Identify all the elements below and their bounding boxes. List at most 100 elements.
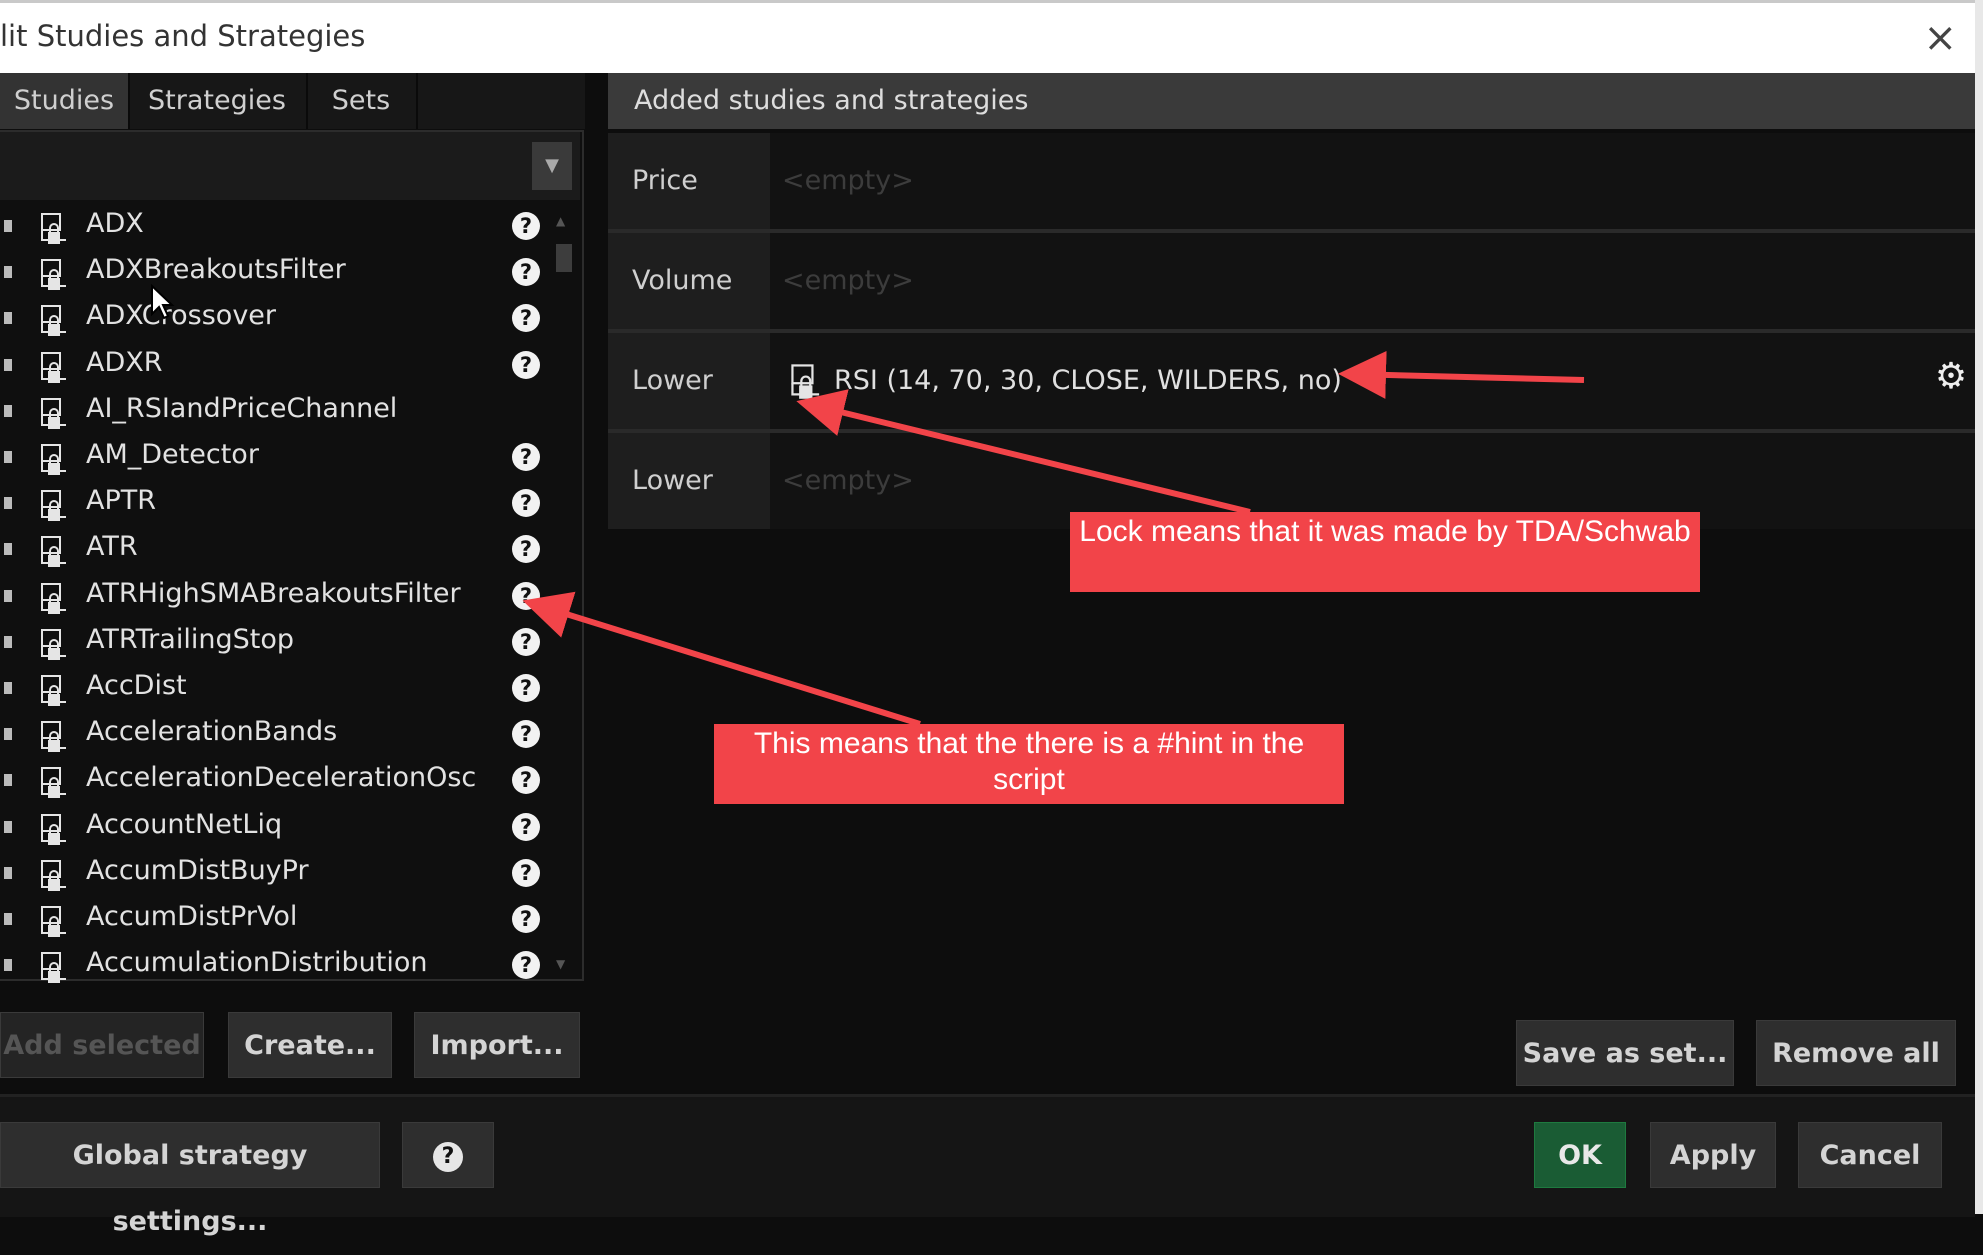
question-icon[interactable]: ?: [512, 674, 540, 702]
window-title: lit Studies and Strategies: [0, 19, 366, 53]
study-list-item[interactable]: AccelerationBands?: [0, 712, 560, 758]
tab-strategies[interactable]: Strategies: [128, 73, 308, 129]
ok-button[interactable]: OK: [1534, 1122, 1626, 1188]
remove-all-button[interactable]: Remove all: [1756, 1020, 1956, 1086]
added-study-rsi[interactable]: RSI (14, 70, 30, CLOSE, WILDERS, no): [770, 333, 1975, 429]
question-icon[interactable]: ?: [512, 627, 540, 656]
add-selected-button[interactable]: Add selected: [0, 1012, 204, 1078]
apply-button[interactable]: Apply: [1650, 1122, 1776, 1188]
study-list-item[interactable]: ADXR?: [0, 343, 560, 389]
lock-icon: [38, 811, 74, 847]
question-icon[interactable]: ?: [512, 443, 540, 471]
study-list-item[interactable]: ATR?: [0, 527, 560, 573]
slot-label: Volume: [608, 233, 770, 329]
lock-icon: [38, 349, 74, 385]
drag-handle-icon: [4, 774, 12, 787]
question-icon[interactable]: ?: [512, 858, 540, 887]
study-list-item[interactable]: ADX?: [0, 204, 560, 250]
study-name: AccountNetLiq: [86, 808, 283, 840]
question-icon[interactable]: ?: [512, 812, 540, 841]
added-studies-header: Added studies and strategies: [608, 73, 1975, 129]
drag-handle-icon: [4, 635, 12, 648]
lock-icon: [38, 210, 74, 246]
cancel-button[interactable]: Cancel: [1798, 1122, 1942, 1188]
slot-lower-1[interactable]: Lower RSI (14, 70, 30, CLOSE, WILDERS, n…: [608, 333, 1975, 433]
study-list-item[interactable]: AccDist?: [0, 666, 560, 712]
study-name: ATR: [86, 531, 138, 563]
lock-icon: [38, 533, 74, 569]
slot-content[interactable]: <empty>: [770, 133, 1975, 229]
drag-handle-icon: [4, 497, 12, 510]
drag-handle-icon: [4, 358, 12, 371]
study-name: AI_RSIandPriceChannel: [86, 392, 398, 424]
question-icon[interactable]: ?: [512, 489, 540, 518]
create-button[interactable]: Create...: [228, 1012, 392, 1078]
question-icon[interactable]: ?: [512, 905, 540, 933]
question-icon[interactable]: ?: [512, 350, 540, 379]
study-list-item[interactable]: ATRHighSMABreakoutsFilter?: [0, 574, 560, 620]
slot-content[interactable]: <empty>: [770, 233, 1975, 329]
question-icon[interactable]: ?: [512, 304, 540, 333]
studies-list-panel: ▼ ADX? ADXBreakoutsFilter? ADXCrossover? AD…: [0, 130, 584, 984]
question-icon[interactable]: ?: [512, 535, 540, 564]
drag-handle-icon: [4, 312, 12, 325]
study-list-item[interactable]: AccumulationDistribution?: [0, 943, 560, 989]
question-icon[interactable]: ?: [512, 720, 540, 749]
question-icon: ?: [433, 1141, 463, 1172]
question-icon[interactable]: ?: [512, 212, 540, 240]
scroll-up-icon[interactable]: ▲: [556, 214, 565, 228]
study-list-item[interactable]: ADXBreakoutsFilter?: [0, 250, 560, 296]
help-button[interactable]: ?: [402, 1122, 494, 1188]
lock-icon: [38, 302, 74, 338]
lock-icon: [38, 764, 74, 800]
question-icon[interactable]: ?: [512, 951, 540, 980]
slot-price[interactable]: Price <empty>: [608, 133, 1975, 233]
close-icon[interactable]: ×: [1923, 13, 1957, 63]
study-name: AccelerationDecelerationOsc: [86, 762, 477, 794]
window-edge: [1975, 0, 1983, 1214]
drag-handle-icon: [4, 728, 12, 741]
drag-handle-icon: [4, 589, 12, 602]
drag-handle-icon: [4, 543, 12, 556]
study-list-item[interactable]: AccumDistPrVol?: [0, 897, 560, 943]
study-list-item[interactable]: AM_Detector?: [0, 435, 560, 481]
question-icon[interactable]: ?: [512, 258, 540, 287]
lock-icon: [38, 580, 74, 616]
study-list-item[interactable]: AI_RSIandPriceChannel: [0, 389, 560, 435]
tab-sets[interactable]: Sets: [306, 73, 418, 129]
question-icon[interactable]: ?: [512, 766, 540, 795]
gear-icon[interactable]: ⚙: [1931, 357, 1971, 397]
chevron-down-icon[interactable]: ▼: [532, 142, 572, 190]
global-strategy-settings-button[interactable]: Global strategy settings...: [0, 1122, 380, 1237]
drag-handle-icon: [4, 404, 12, 417]
study-name: AM_Detector: [86, 439, 259, 470]
tab-studies[interactable]: Studies: [0, 73, 130, 129]
study-list-item[interactable]: AccelerationDecelerationOsc?: [0, 758, 560, 804]
study-list-item[interactable]: ADXCrossover?: [0, 296, 560, 342]
save-as-set-button[interactable]: Save as set...: [1516, 1020, 1734, 1086]
study-name: AccumDistBuyPr: [86, 854, 309, 886]
study-name: ADXR: [86, 346, 163, 378]
question-icon[interactable]: ?: [512, 581, 540, 610]
study-name: AccDist: [86, 670, 187, 701]
study-name: ADXBreakoutsFilter: [86, 254, 346, 286]
drag-handle-icon: [4, 866, 12, 879]
study-list-item[interactable]: ATRTrailingStop?: [0, 620, 560, 666]
lock-icon: [38, 256, 74, 292]
study-list-item[interactable]: AccountNetLiq?: [0, 805, 560, 851]
scroll-down-icon[interactable]: ▼: [556, 957, 565, 971]
lock-icon: [38, 441, 74, 477]
slot-volume[interactable]: Volume <empty>: [608, 233, 1975, 333]
drag-handle-icon: [4, 266, 12, 279]
study-list-item[interactable]: AccumDistBuyPr?: [0, 851, 560, 897]
study-name: APTR: [86, 485, 157, 517]
list-scrollbar[interactable]: ▲ ▼: [552, 214, 576, 971]
window-titlebar: lit Studies and Strategies ×: [0, 0, 1975, 73]
study-search-input[interactable]: ▼: [0, 132, 580, 200]
lock-icon: [38, 395, 74, 431]
study-name: ATRTrailingStop: [86, 623, 294, 655]
lock-icon: [38, 857, 74, 893]
import-button[interactable]: Import...: [414, 1012, 580, 1078]
scrollbar-thumb[interactable]: [556, 244, 572, 272]
study-list-item[interactable]: APTR?: [0, 481, 560, 527]
